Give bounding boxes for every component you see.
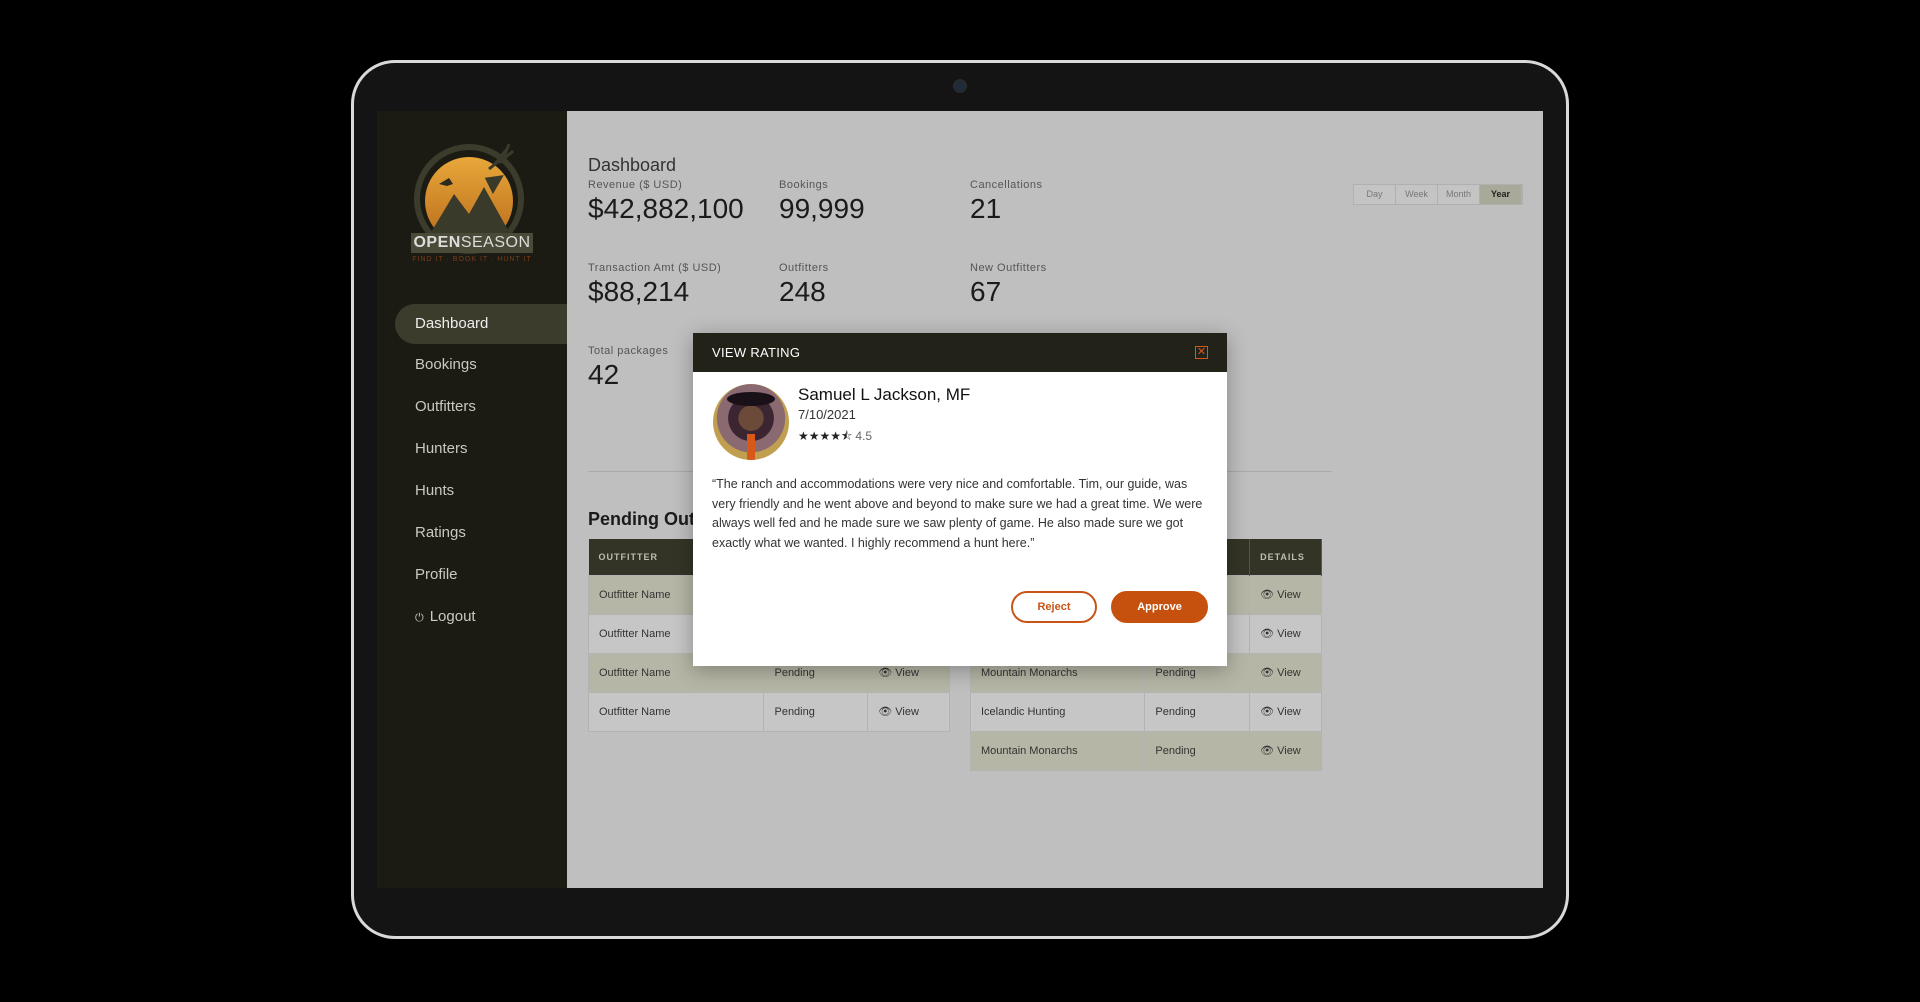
rating-value: 4.5 — [855, 429, 873, 443]
page-title: Dashboard — [588, 155, 677, 175]
view-link[interactable]: 👁 View — [867, 691, 950, 732]
pending-outfitters-title: Pending Outf — [588, 509, 701, 529]
sidebar-item-hunters[interactable]: Hunters — [377, 428, 567, 470]
stat-value: $42,882,100 — [588, 193, 744, 224]
modal-header: VIEW RATING — [693, 333, 1227, 372]
stat-total-packages: Total packages 42 — [588, 345, 668, 391]
stat-value: 248 — [779, 276, 826, 307]
stat-value: $88,214 — [588, 276, 690, 307]
star-rating: ★★★★⯪ 4.5 — [798, 427, 872, 448]
view-label: View — [1277, 706, 1301, 718]
view-label: View — [1277, 667, 1301, 679]
stat-revenue: Revenue ($ USD) $42,882,100 — [588, 179, 744, 225]
stat-value: 99,999 — [779, 193, 865, 224]
sidebar-item-outfitters[interactable]: Outfitters — [377, 386, 567, 428]
cell-status: Pending — [1144, 730, 1251, 771]
stat-new-outfitters: New Outfitters 67 — [970, 262, 1047, 308]
brand-name-bold: OPEN — [413, 234, 461, 251]
eye-icon: 👁 — [1260, 628, 1275, 640]
close-icon[interactable]: ✕ — [1195, 346, 1208, 359]
view-link[interactable]: 👁 View — [1249, 730, 1322, 771]
sidebar-item-profile[interactable]: Profile — [377, 554, 567, 596]
sidebar-item-bookings[interactable]: Bookings — [377, 344, 567, 386]
view-link[interactable]: 👁 View — [1249, 613, 1322, 654]
cell-name: Mountain Monarchs — [969, 730, 1146, 771]
brand-name: OPENSEASON — [411, 233, 533, 253]
sidebar-item-dashboard[interactable]: Dashboard — [395, 304, 567, 344]
eye-icon: 👁 — [1260, 706, 1275, 718]
stat-value: 42 — [588, 359, 620, 390]
cell-name: Icelandic Hunting — [969, 691, 1146, 732]
view-label: View — [895, 706, 919, 718]
stat-outfitters: Outfitters 248 — [779, 262, 829, 308]
reject-button[interactable]: Reject — [1011, 591, 1097, 623]
eye-icon: 👁 — [878, 667, 893, 679]
period-selector: Day Week Month Year — [1353, 184, 1523, 205]
sidebar-item-ratings[interactable]: Ratings — [377, 512, 567, 554]
sidebar-item-hunts[interactable]: Hunts — [377, 470, 567, 512]
eye-icon: 👁 — [878, 706, 893, 718]
stat-cancellations: Cancellations 21 — [970, 179, 1043, 225]
modal-title: VIEW RATING — [712, 345, 801, 360]
period-day[interactable]: Day — [1354, 185, 1396, 204]
stat-transaction-amt: Transaction Amt ($ USD) $88,214 — [588, 262, 721, 308]
review-text: “The ranch and accommodations were very … — [712, 477, 1203, 550]
view-label: View — [1277, 628, 1301, 640]
stat-value: 21 — [970, 193, 1002, 224]
period-week[interactable]: Week — [1396, 185, 1438, 204]
view-link[interactable]: 👁 View — [1249, 574, 1322, 615]
stat-value: 67 — [970, 276, 1002, 307]
table-row: Outfitter Name Pending 👁 View — [587, 691, 950, 732]
view-label: View — [1277, 589, 1301, 601]
table-row: Icelandic Hunting Pending 👁 View — [969, 691, 1322, 732]
stat-label: Outfitters — [779, 262, 829, 274]
cell-status: Pending — [1144, 691, 1251, 732]
sidebar: OPENSEASON FIND IT · BOOK IT · HUNT IT D… — [377, 111, 567, 888]
review-date: 7/10/2021 — [798, 407, 856, 422]
cell-outfitter: Outfitter Name — [587, 691, 765, 732]
period-year[interactable]: Year — [1480, 185, 1522, 204]
view-rating-modal: VIEW RATING ✕ Samuel L Jackson, MF 7/10/… — [693, 333, 1227, 666]
eye-icon: 👁 — [1260, 745, 1275, 757]
stat-label: Cancellations — [970, 179, 1043, 191]
approve-button[interactable]: Approve — [1111, 591, 1208, 623]
eye-icon: 👁 — [1260, 589, 1275, 601]
logout-label: Logout — [429, 608, 476, 625]
stat-bookings: Bookings 99,999 — [779, 179, 865, 225]
stat-label: Transaction Amt ($ USD) — [588, 262, 722, 274]
table-row: Mountain Monarchs Pending 👁 View — [969, 730, 1322, 771]
stat-label: Bookings — [779, 179, 829, 191]
brand-name-rest: SEASON — [460, 234, 531, 251]
sidebar-nav: Dashboard Bookings Outfitters Hunters Hu… — [377, 304, 567, 638]
view-label: View — [1277, 745, 1301, 757]
period-month[interactable]: Month — [1438, 185, 1480, 204]
avatar — [713, 384, 789, 460]
star-icons: ★★★★⯪ — [798, 429, 853, 443]
eye-icon: 👁 — [1260, 667, 1275, 679]
view-link[interactable]: 👁 View — [1249, 691, 1322, 732]
camera — [953, 79, 967, 93]
stat-label: Revenue ($ USD) — [588, 179, 683, 191]
stat-label: Total packages — [588, 345, 669, 357]
reviewer-name: Samuel L Jackson, MF — [798, 385, 971, 404]
view-link[interactable]: 👁 View — [1249, 652, 1322, 693]
stat-label: New Outfitters — [970, 262, 1047, 274]
logout-icon: ⏻ — [415, 612, 424, 624]
view-label: View — [895, 667, 919, 679]
cell-status: Pending — [763, 691, 869, 732]
col-header-details: DETAILS — [1249, 539, 1322, 575]
sidebar-item-logout[interactable]: ⏻ Logout — [377, 596, 567, 638]
brand-tagline: FIND IT · BOOK IT · HUNT IT — [412, 256, 532, 263]
